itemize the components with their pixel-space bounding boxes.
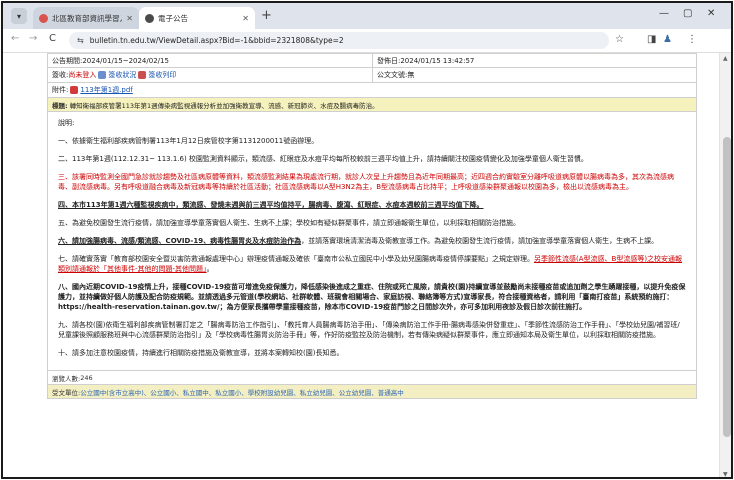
meta-row-dates: 公告期間:2024/01/15~2024/02/15 發佈日:2024/01/1… xyxy=(47,53,697,68)
close-tab-icon[interactable]: ✕ xyxy=(242,14,249,23)
scroll-thumb[interactable] xyxy=(723,137,731,437)
sign-label: 簽收: xyxy=(52,71,69,79)
print-icon xyxy=(138,71,147,79)
views-row: 瀏覽人數: 246 xyxy=(47,371,697,385)
audience-row: 受文單位: 公立國中(含市立高中)、公立國小、私立國中、私立國小、學校附設幼兒園… xyxy=(47,385,697,399)
attachment-link[interactable]: 113年第1週.pdf xyxy=(80,85,132,95)
paragraph-7-text: 七、請確實落實「教育部校園安全暨災害防救通報處理中心」辦理疫情通報及確依「臺南市… xyxy=(58,255,534,263)
paragraph-7: 七、請確實落實「教育部校園安全暨災害防救通報處理中心」辦理疫情通報及確依「臺南市… xyxy=(58,254,686,274)
back-button[interactable]: ← xyxy=(11,33,19,44)
page-viewport: 公告期間:2024/01/15~2024/02/15 發佈日:2024/01/1… xyxy=(3,53,719,477)
tab-title: 電子公告 xyxy=(158,13,188,23)
paragraph-2: 二、113年第1週(112.12.31~ 113.1.6) 校園監測資料顯示，類… xyxy=(58,155,588,163)
sign-status-link[interactable]: 簽收狀況 xyxy=(108,70,136,80)
sign-print-link[interactable]: 簽收列印 xyxy=(148,70,176,80)
official-number: 公文文號:無 xyxy=(372,68,692,82)
not-logged-in-text: 尚未登入 xyxy=(68,71,97,79)
side-panel-icon[interactable]: ◨ xyxy=(647,34,656,45)
meta-row-sign: 簽收: 尚未登入 簽收狀況 簽收列印 公文文號:無 xyxy=(47,68,697,83)
notice-body: 說明: 一、依據衛生福利部疾病管制署113年1月12日疾管校字第11312000… xyxy=(47,112,697,371)
tab-strip: ▾ 北區教育部資訊學習入口網 ✕ 電子公告 ✕ + — ▢ ✕ xyxy=(3,3,731,29)
paragraph-8-rest: ；為方便家長攜帶學童接種疫苗，除本市COVID-19疫苗門診之日間診次外，亦可多… xyxy=(219,303,587,311)
bookmark-star-icon[interactable]: ☆ xyxy=(615,34,624,45)
lead-label: 說明: xyxy=(58,119,75,127)
audience-list: 公立國中(含市立高中)、公立國小、私立國中、私立國小、學校附設幼兒園、私立幼兒園… xyxy=(80,388,404,397)
notice-period: 公告期間:2024/01/15~2024/02/15 xyxy=(52,56,169,65)
tab-bulletin[interactable]: 電子公告 ✕ xyxy=(139,7,255,29)
paragraph-7-end: 。 xyxy=(206,265,214,273)
tab-learning-portal[interactable]: 北區教育部資訊學習入口網 ✕ xyxy=(33,7,139,29)
forward-button[interactable]: → xyxy=(29,33,37,44)
tab-title: 北區教育部資訊學習入口網 xyxy=(52,13,122,23)
close-tab-icon[interactable]: ✕ xyxy=(126,14,133,23)
publish-date: 發佈日:2024/01/15 13:42:57 xyxy=(372,54,692,67)
paragraph-9: 九、請各校(園)依衛生福利部疾病管制署訂定之「腸病毒防治工作指引」、「教托育人員… xyxy=(58,321,680,339)
bulletin-favicon-icon xyxy=(145,13,154,23)
subject-row: 標題: 轉知衛福部疾管署113年第1週傳染病監視通報分析並加強衛教宣導、流感、新… xyxy=(47,98,697,112)
paragraph-1: 一、依據衛生福利部疾病管制署113年1月12日疾管校字第1131200011號函… xyxy=(58,137,319,145)
attachment-row: 附件: 113年第1週.pdf xyxy=(47,83,697,98)
pdf-icon xyxy=(70,86,79,94)
notice-detail: 公告期間:2024/01/15~2024/02/15 發佈日:2024/01/1… xyxy=(47,53,697,399)
url-text: bulletin.tn.edu.tw/ViewDetail.aspx?Bid=-… xyxy=(89,36,344,45)
attachment-label: 附件: xyxy=(52,86,69,94)
paragraph-6-emphasis: 六、請加強腸病毒、流感/類流感、COVID-19、病毒性腸胃炎及水痘防治作為 xyxy=(58,237,302,245)
reload-button[interactable]: C xyxy=(49,33,56,44)
browser-toolbar: ← → C ⇆ bulletin.tn.edu.tw/ViewDetail.as… xyxy=(3,29,731,53)
maximize-button[interactable]: ▢ xyxy=(683,8,692,19)
minimize-button[interactable]: — xyxy=(659,8,669,19)
paragraph-5: 五、為避免校園發生流行疫情，請加強宣導學童落實個人衛生、生病不上課；學校如有疑似… xyxy=(58,219,520,227)
address-bar[interactable]: ⇆ bulletin.tn.edu.tw/ViewDetail.aspx?Bid… xyxy=(69,32,609,49)
paragraph-4: 四、本市113年第1週六種監視疾病中，類流感、發燒未週與前三週平均值持平，腸病毒… xyxy=(58,201,484,209)
views-label: 瀏覽人數: xyxy=(52,374,81,383)
paragraph-10: 十、請多加注意校園疫情，持續進行相關防疫措施及衛教宣導，並將本案轉知校(園)長知… xyxy=(58,349,344,357)
site-info-icon[interactable]: ⇆ xyxy=(77,36,84,45)
paragraph-8-text: 八、國內近期COVID-19疫情上升，接種COVID-19疫苗可增進免疫保護力，… xyxy=(58,283,686,301)
paragraph-6: 六、請加強腸病毒、流感/類流感、COVID-19、病毒性腸胃炎及水痘防治作為，並… xyxy=(58,236,686,246)
sign-status-icon xyxy=(98,71,107,79)
paragraph-6-rest: ，並請落實環境清潔消毒及衛教宣導工作。為避免校園發生流行疫情，請加強宣導學童落實… xyxy=(301,237,659,245)
sign-status: 簽收: 尚未登入 簽收狀況 簽收列印 xyxy=(52,70,372,80)
subject-label: 標題: xyxy=(52,101,68,110)
menu-icon[interactable]: ⋮ xyxy=(687,34,697,45)
close-window-button[interactable]: ✕ xyxy=(707,8,715,19)
portal-favicon-icon xyxy=(39,13,48,23)
paragraph-8: 八、國內近期COVID-19疫情上升，接種COVID-19疫苗可增進免疫保護力，… xyxy=(58,282,686,312)
new-tab-button[interactable]: + xyxy=(261,8,272,23)
views-count: 246 xyxy=(80,373,93,382)
browser-window: ▾ 北區教育部資訊學習入口網 ✕ 電子公告 ✕ + — ▢ ✕ ← → C ⇆ … xyxy=(1,1,733,479)
page-scrollbar[interactable]: ▲ ▼ xyxy=(719,53,731,477)
paragraph-3: 三、該署同時監測全國門急診就診趨勢及社區病原體等資料，類流感監測結果為現處流行期… xyxy=(58,173,674,191)
reservation-url[interactable]: https://health-reservation.tainan.gov.tw… xyxy=(58,303,220,311)
tab-search-button[interactable]: ▾ xyxy=(11,8,27,24)
subject-text: 轉知衛福部疾管署113年第1週傳染病監視通報分析並加強衛教宣導、流感、新冠肺炎、… xyxy=(69,101,379,110)
scroll-down-icon[interactable]: ▼ xyxy=(723,471,728,477)
tab-search-icon: ▾ xyxy=(16,11,21,21)
audience-label: 受文單位: xyxy=(52,388,81,397)
profile-icon[interactable]: ♟ xyxy=(663,34,672,45)
scroll-up-icon[interactable]: ▲ xyxy=(723,55,728,62)
